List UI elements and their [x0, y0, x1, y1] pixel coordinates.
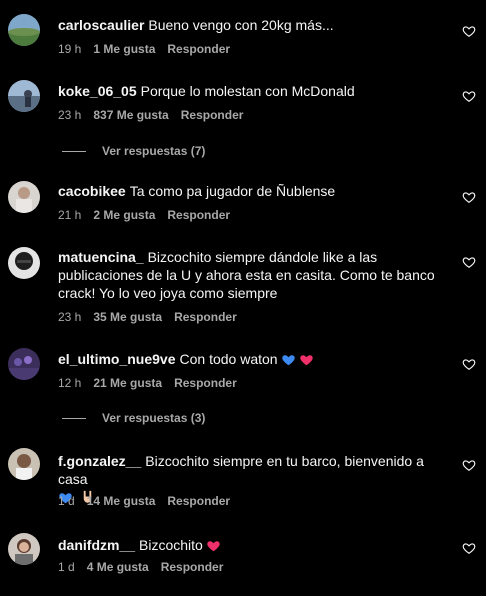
comment-meta: 19 h 1 Me gusta Responder	[58, 42, 242, 56]
avatar[interactable]	[8, 348, 40, 380]
heart-icon[interactable]	[462, 24, 476, 38]
reply-button[interactable]: Responder	[181, 108, 244, 122]
comment-time: 1 d	[58, 494, 75, 508]
view-replies-button[interactable]: Ver respuestas (7)	[62, 144, 205, 158]
reply-button[interactable]: Responder	[174, 310, 237, 324]
comment-likes[interactable]: 1 Me gusta	[93, 42, 155, 56]
pink-heart-emoji-icon	[207, 541, 220, 552]
reply-button[interactable]: Responder	[167, 42, 230, 56]
heart-icon[interactable]	[462, 541, 476, 555]
blue-heart-emoji-icon	[281, 355, 295, 366]
reply-button[interactable]: Responder	[174, 376, 237, 390]
comment-username[interactable]: el_ultimo_nue9ve	[58, 351, 176, 367]
divider	[62, 150, 86, 152]
comment-text: Ta como pa jugador de Ñublense	[129, 183, 336, 199]
comment-username[interactable]: danifdzm__	[58, 537, 135, 553]
divider	[62, 417, 86, 419]
comment-text: Bueno vengo con 20kg más...	[148, 17, 334, 33]
comment-likes[interactable]: 35 Me gusta	[93, 310, 162, 324]
comment-username[interactable]: carloscaulier	[58, 17, 144, 33]
avatar[interactable]	[8, 80, 40, 112]
comment-likes[interactable]: 2 Me gusta	[93, 208, 155, 222]
comment-meta: 1 d 14 Me gusta Responder	[58, 494, 242, 508]
heart-icon[interactable]	[462, 458, 476, 472]
comment-username[interactable]: matuencina_	[58, 249, 144, 265]
view-replies-label: Ver respuestas (3)	[102, 411, 206, 425]
comment-likes[interactable]: 21 Me gusta	[93, 376, 162, 390]
view-replies-label: Ver respuestas (7)	[102, 144, 206, 158]
heart-icon[interactable]	[462, 255, 476, 269]
comment-username[interactable]: koke_06_05	[58, 83, 137, 99]
comment-time: 23 h	[58, 108, 82, 122]
comment-meta: 12 h 21 Me gusta Responder	[58, 376, 249, 390]
comment-time: 1 d	[58, 560, 75, 574]
comment-time: 12 h	[58, 376, 82, 390]
comment-meta: 21 h 2 Me gusta Responder	[58, 208, 242, 222]
comment-text: Bizcochito	[139, 537, 203, 553]
comment-likes[interactable]: 4 Me gusta	[87, 560, 149, 574]
reply-button[interactable]: Responder	[167, 208, 230, 222]
avatar[interactable]	[8, 533, 40, 565]
reply-button[interactable]: Responder	[167, 494, 230, 508]
avatar[interactable]	[8, 247, 40, 279]
avatar[interactable]	[8, 181, 40, 213]
comment-time: 21 h	[58, 208, 82, 222]
comment-username[interactable]: cacobikee	[58, 183, 126, 199]
heart-icon[interactable]	[462, 357, 476, 371]
comment-meta: 23 h 837 Me gusta Responder	[58, 108, 255, 122]
pink-heart-emoji-icon	[299, 355, 313, 366]
comment-time: 23 h	[58, 310, 82, 324]
comment-meta: 1 d 4 Me gusta Responder	[58, 560, 235, 574]
heart-icon[interactable]	[462, 89, 476, 103]
comment-time: 19 h	[58, 42, 82, 56]
avatar[interactable]	[8, 448, 40, 480]
view-replies-button[interactable]: Ver respuestas (3)	[62, 411, 205, 425]
comment-meta: 23 h 35 Me gusta Responder	[58, 310, 249, 324]
comment-text: Con todo waton	[179, 351, 278, 367]
comment-likes[interactable]: 837 Me gusta	[93, 108, 168, 122]
comment-text: Porque lo molestan con McDonald	[140, 83, 355, 99]
reply-button[interactable]: Responder	[161, 560, 224, 574]
avatar[interactable]	[8, 14, 40, 46]
heart-icon[interactable]	[462, 190, 476, 204]
comment-username[interactable]: f.gonzalez__	[58, 453, 141, 469]
comment-likes[interactable]: 14 Me gusta	[87, 494, 156, 508]
